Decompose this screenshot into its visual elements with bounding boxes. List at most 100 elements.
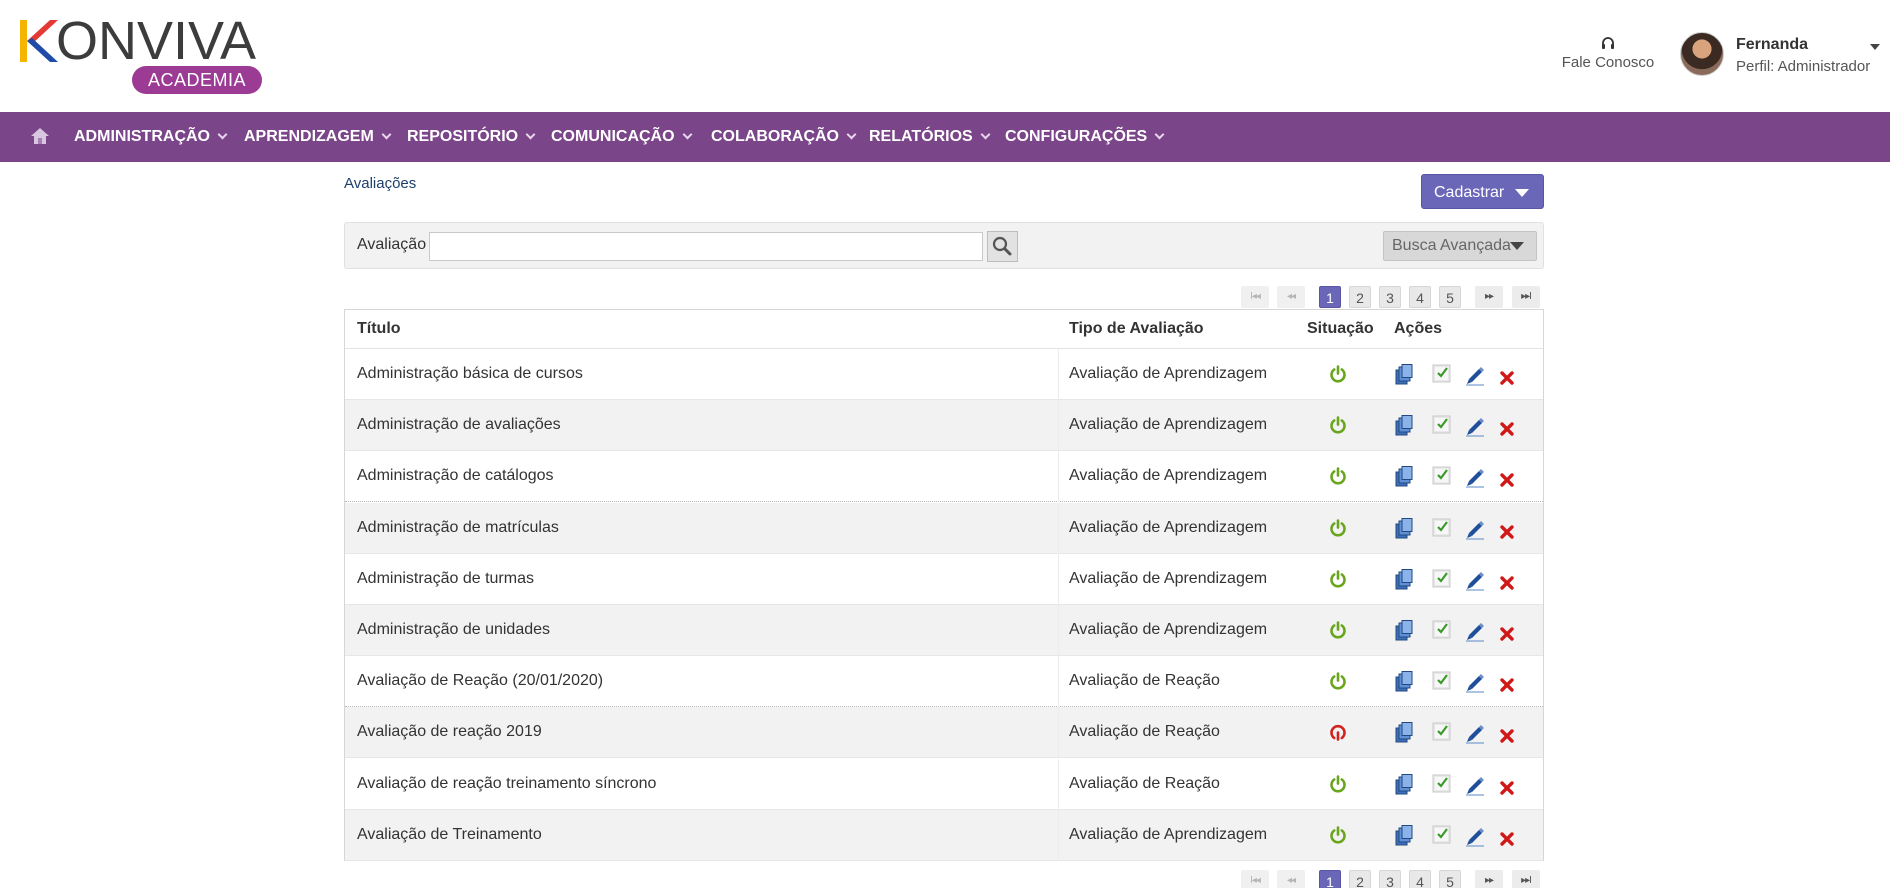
contact-link[interactable]: Fale Conosco [1560,36,1656,71]
column-header-title[interactable]: Título [357,320,401,338]
check-sheet-icon[interactable] [1432,825,1452,847]
copy-icon[interactable] [1394,364,1414,386]
row-type: Avaliação de Reação [1069,774,1220,792]
table-row: Administração básica de cursos Avaliação … [345,349,1543,400]
pencil-icon[interactable] [1465,415,1485,437]
chevron-down-icon [381,129,392,140]
contact-label: Fale Conosco [1561,54,1655,71]
pencil-icon[interactable] [1465,364,1485,386]
pager-prev-button[interactable]: ◂◂ [1277,286,1305,308]
pager-page-2[interactable]: 2 [1349,870,1371,888]
nav-item-colaboracao[interactable]: COLABORAÇÃO [711,112,857,162]
copy-icon[interactable] [1394,773,1414,796]
pager-first-button[interactable]: I◂◂ [1241,286,1269,308]
check-sheet-icon[interactable] [1432,466,1452,488]
check-sheet-icon[interactable] [1432,774,1452,796]
delete-x-icon[interactable] [1497,722,1517,744]
delete-x-icon[interactable] [1497,466,1517,488]
pager-page-5[interactable]: 5 [1439,870,1461,888]
nav-item-aprendizagem[interactable]: APRENDIZAGEM [244,112,392,162]
copy-icon[interactable] [1394,415,1414,437]
copy-icon[interactable] [1394,517,1414,540]
pencil-icon[interactable] [1465,620,1485,642]
power-on-icon[interactable] [1328,620,1348,640]
check-sheet-icon[interactable] [1432,415,1452,437]
power-on-icon[interactable] [1328,364,1348,384]
table-row: Avaliação de Reação (20/01/2020) Avaliaçã… [345,656,1543,708]
delete-x-icon[interactable] [1497,620,1517,642]
column-header-type[interactable]: Tipo de Avaliação [1069,320,1204,338]
check-sheet-icon[interactable] [1432,671,1452,693]
pager-page-3[interactable]: 3 [1379,286,1401,308]
user-menu[interactable]: Fernanda Perfil: Administrador [1680,32,1880,80]
check-sheet-icon[interactable] [1432,620,1452,642]
pager-prev-button[interactable]: ◂◂ [1277,870,1305,888]
check-sheet-icon[interactable] [1432,518,1452,540]
column-header-actions: Ações [1394,320,1443,337]
nav-item-comunicacao[interactable]: COMUNICAÇÃO [551,112,692,162]
check-sheet-icon[interactable] [1432,364,1452,386]
register-button[interactable]: Cadastrar [1421,174,1544,209]
pencil-icon[interactable] [1465,671,1485,693]
copy-icon[interactable] [1394,466,1414,488]
pager-page-4[interactable]: 4 [1409,870,1431,888]
pager-last-button[interactable]: ▸▸I [1512,286,1540,308]
check-sheet-icon[interactable] [1432,722,1452,744]
delete-x-icon[interactable] [1497,415,1517,437]
copy-icon[interactable] [1394,824,1414,847]
delete-x-icon[interactable] [1497,364,1517,386]
table-row: Administração de matrículas Avaliação de … [345,502,1543,554]
pencil-icon[interactable] [1465,722,1485,744]
copy-icon[interactable] [1394,568,1414,591]
pager-page-1[interactable]: 1 [1319,286,1341,308]
copy-icon[interactable] [1394,620,1414,642]
power-on-icon[interactable] [1328,774,1348,794]
pencil-icon[interactable] [1465,569,1485,591]
row-title: Avaliação de Treinamento [357,825,542,843]
table-row: Avaliação de reação treinamento síncrono… [345,758,1543,810]
pager-first-button[interactable]: I◂◂ [1241,870,1269,888]
home-icon[interactable] [30,126,50,146]
pager-next-button[interactable]: ▸▸ [1475,286,1503,308]
pager-top: I◂◂ ◂◂ 1 2 3 4 5 ▸▸ ▸▸I [1241,286,1541,308]
nav-item-configuracoes[interactable]: CONFIGURAÇÕES [1005,112,1165,162]
pager-next-button[interactable]: ▸▸ [1475,870,1503,888]
power-on-icon[interactable] [1328,415,1348,435]
pager-page-3[interactable]: 3 [1379,870,1401,888]
pencil-icon[interactable] [1465,825,1485,847]
delete-x-icon[interactable] [1497,825,1517,847]
pencil-icon[interactable] [1465,466,1485,488]
nav-item-relatorios[interactable]: RELATÓRIOS [869,112,991,162]
pencil-icon[interactable] [1465,774,1485,796]
pager-page-1[interactable]: 1 [1319,870,1341,888]
power-on-icon[interactable] [1328,671,1348,691]
nav-item-repositorio[interactable]: REPOSITÓRIO [407,112,536,162]
power-on-icon[interactable] [1328,518,1348,538]
pager-page-5[interactable]: 5 [1439,286,1461,308]
pager-page-4[interactable]: 4 [1409,286,1431,308]
delete-x-icon[interactable] [1497,671,1517,693]
advanced-search-button[interactable]: Busca Avançada [1383,231,1537,261]
column-header-status[interactable]: Situação [1307,320,1374,338]
power-off-icon[interactable] [1328,722,1348,742]
power-on-icon[interactable] [1328,569,1348,589]
column-divider [1058,502,1059,554]
breadcrumb[interactable]: Avaliações [344,175,416,192]
pager-last-button[interactable]: ▸▸I [1512,870,1540,888]
nav-item-administracao[interactable]: ADMINISTRAÇÃO [74,112,228,162]
delete-x-icon[interactable] [1497,569,1517,591]
check-sheet-icon[interactable] [1432,569,1452,591]
power-on-icon[interactable] [1328,825,1348,845]
delete-x-icon[interactable] [1497,774,1517,796]
copy-icon[interactable] [1394,671,1414,693]
konviva-logo[interactable]: ONVIVA ACADEMIA [18,14,262,94]
evaluations-table: Título Tipo de Avaliação Situação Ações … [344,309,1544,861]
pencil-icon[interactable] [1465,518,1485,540]
pager-page-2[interactable]: 2 [1349,286,1371,308]
row-type: Avaliação de Aprendizagem [1069,621,1268,638]
search-button[interactable] [987,231,1018,262]
search-input[interactable] [429,232,983,261]
copy-icon[interactable] [1394,722,1414,744]
power-on-icon[interactable] [1328,466,1348,486]
delete-x-icon[interactable] [1497,518,1517,540]
